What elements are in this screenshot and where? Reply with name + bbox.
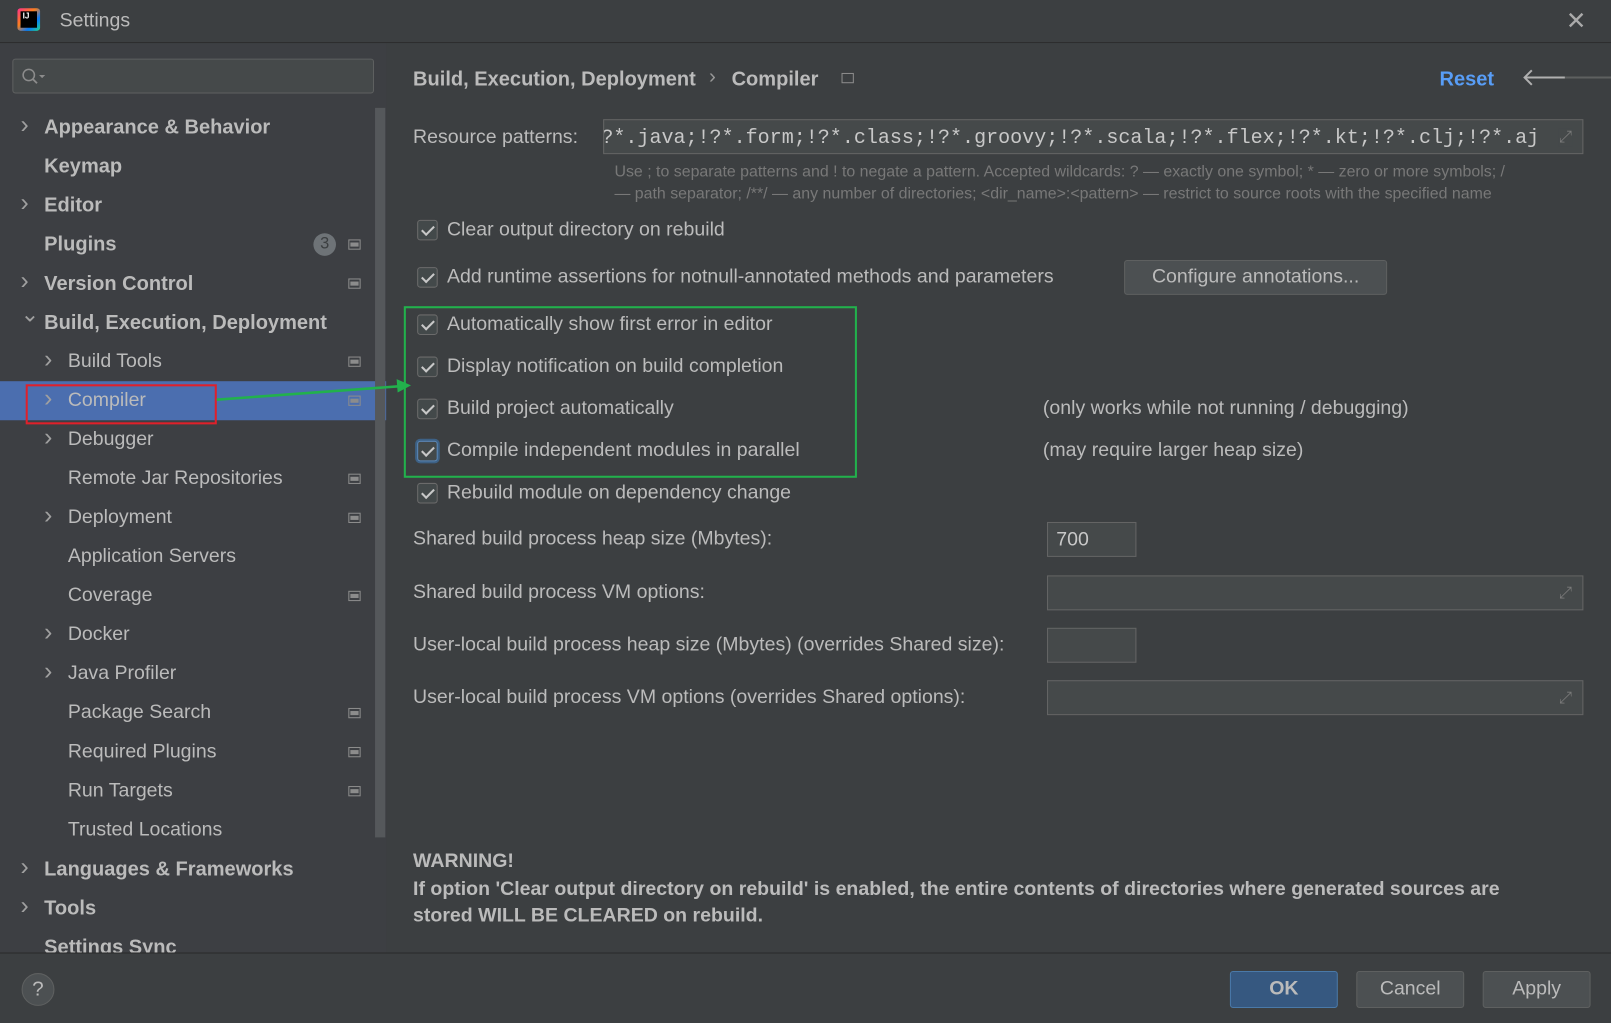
field-value: 700 xyxy=(1056,529,1089,551)
annotation-arrow xyxy=(216,379,411,401)
expand-icon[interactable]: ⤢ xyxy=(1559,689,1572,707)
checkbox-label[interactable]: Compile independent modules in parallel xyxy=(447,440,800,463)
checkbox[interactable] xyxy=(417,482,438,504)
ok-button[interactable]: OK xyxy=(1229,970,1338,1008)
warning-line2: stored WILL BE CLEARED on rebuild. xyxy=(413,905,764,927)
field-input[interactable]: 700 xyxy=(1047,521,1137,557)
checkbox-label[interactable]: Clear output directory on rebuild xyxy=(447,219,725,242)
field-input[interactable]: ⤢ xyxy=(1047,680,1584,716)
checkbox[interactable] xyxy=(417,398,438,420)
checkbox[interactable] xyxy=(417,440,438,462)
checkbox-note: (only works while not running / debuggin… xyxy=(1042,397,1409,420)
checkbox[interactable] xyxy=(417,314,438,335)
checkbox-label[interactable]: Build project automatically xyxy=(447,398,674,421)
field-label: User-local build process heap size (Mbyt… xyxy=(413,633,1005,656)
warning-line1: If option 'Clear output directory on reb… xyxy=(413,878,1500,901)
checkbox[interactable] xyxy=(417,219,438,241)
help-button[interactable]: ? xyxy=(21,973,55,1006)
field-input[interactable] xyxy=(1047,627,1137,663)
dialog-footer: ? OK Cancel Apply xyxy=(0,952,1611,1023)
cancel-button[interactable]: Cancel xyxy=(1356,970,1465,1008)
expand-icon[interactable]: ⤢ xyxy=(1559,585,1572,603)
apply-button[interactable]: Apply xyxy=(1482,970,1591,1008)
checkbox-label[interactable]: Automatically show first error in editor xyxy=(447,313,772,336)
checkbox[interactable] xyxy=(417,356,438,378)
checkbox-label[interactable]: Add runtime assertions for notnull-annot… xyxy=(447,266,1054,289)
checkbox-label[interactable]: Display notification on build completion xyxy=(447,356,783,379)
checkbox-note: (may require larger heap size) xyxy=(1042,439,1304,462)
field-label: Shared build process heap size (Mbytes): xyxy=(413,528,773,550)
checkbox[interactable] xyxy=(417,267,438,288)
field-input[interactable]: ⤢ xyxy=(1047,575,1584,611)
field-label: Shared build process VM options: xyxy=(413,581,705,604)
warning-title: WARNING! xyxy=(413,850,514,873)
field-label: User-local build process VM options (ove… xyxy=(413,686,966,708)
checkbox-label[interactable]: Rebuild module on dependency change xyxy=(447,482,791,505)
